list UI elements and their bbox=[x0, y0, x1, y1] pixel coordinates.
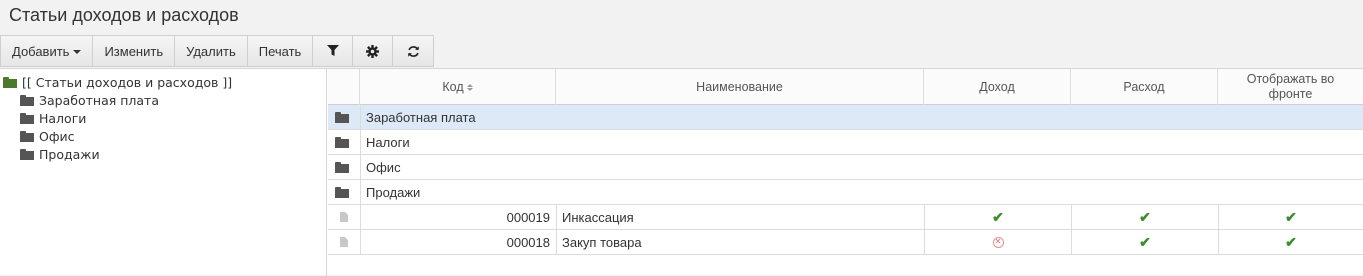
data-grid: Код Наименование Доход Расход Отображать… bbox=[328, 69, 1363, 276]
header-income[interactable]: Доход bbox=[924, 69, 1071, 105]
category-tree: [[ Статьи доходов и расходов ]] Заработн… bbox=[0, 69, 327, 276]
table-row-folder[interactable]: Налоги bbox=[328, 130, 1363, 155]
tree-root[interactable]: [[ Статьи доходов и расходов ]] bbox=[3, 75, 232, 90]
document-icon bbox=[328, 205, 360, 229]
tree-item-label: Заработная плата bbox=[39, 93, 159, 108]
gear-icon bbox=[366, 44, 380, 58]
tree-item-label: Продажи bbox=[39, 147, 100, 162]
header-show-front[interactable]: Отображать во фронте bbox=[1218, 69, 1363, 105]
row-name: Закуп товара bbox=[556, 230, 924, 254]
row-name: Заработная плата bbox=[360, 105, 476, 129]
tree-item[interactable]: Продажи bbox=[20, 147, 100, 162]
document-icon bbox=[328, 230, 360, 254]
tree-item-label: Налоги bbox=[39, 111, 87, 126]
delete-button[interactable]: Удалить bbox=[175, 36, 248, 66]
tree-item[interactable]: Заработная плата bbox=[20, 93, 159, 108]
tree-item[interactable]: Налоги bbox=[20, 111, 86, 126]
settings-button[interactable] bbox=[353, 36, 394, 66]
row-name: Инкассация bbox=[556, 205, 924, 229]
header-show-front-label: Отображать во фронте bbox=[1246, 72, 1335, 101]
table-row[interactable]: 000019 Инкассация ✔ ✔ ✔ bbox=[328, 205, 1363, 230]
row-name: Продажи bbox=[360, 180, 420, 204]
header-code[interactable]: Код bbox=[360, 69, 556, 105]
grid-header: Код Наименование Доход Расход Отображать… bbox=[328, 69, 1363, 105]
row-expense: ✔ bbox=[1071, 205, 1218, 229]
header-icon-column bbox=[328, 69, 360, 105]
toolbar: Добавить Изменить Удалить Печать bbox=[0, 35, 435, 67]
row-income: ✕ bbox=[924, 230, 1071, 254]
page-title: Статьи доходов и расходов bbox=[9, 5, 239, 25]
check-icon: ✔ bbox=[992, 208, 1004, 225]
row-show-front: ✔ bbox=[1218, 205, 1363, 229]
check-icon: ✔ bbox=[1139, 233, 1151, 250]
chevron-down-icon bbox=[73, 50, 82, 54]
table-row[interactable]: 000018 Закуп товара ✕ ✔ ✔ bbox=[328, 230, 1363, 255]
row-name: Офис bbox=[360, 155, 401, 179]
row-expense: ✔ bbox=[1071, 230, 1218, 254]
sort-icon bbox=[466, 83, 473, 91]
folder-icon bbox=[20, 95, 34, 106]
tree-root-label: [[ Статьи доходов и расходов ]] bbox=[22, 75, 233, 90]
folder-icon bbox=[328, 155, 360, 179]
add-button-label: Добавить bbox=[12, 43, 70, 59]
folder-icon bbox=[328, 130, 360, 154]
folder-icon bbox=[20, 149, 34, 160]
row-income: ✔ bbox=[924, 205, 1071, 229]
header-name-label: Наименование bbox=[696, 79, 783, 94]
folder-open-icon bbox=[3, 77, 17, 88]
add-button[interactable]: Добавить bbox=[1, 36, 94, 66]
folder-icon bbox=[20, 131, 34, 142]
check-icon: ✔ bbox=[1285, 233, 1297, 250]
row-code: 000018 bbox=[360, 230, 556, 254]
edit-button-label: Изменить bbox=[104, 43, 164, 59]
row-name: Налоги bbox=[360, 130, 410, 154]
table-row-folder[interactable]: Заработная плата bbox=[328, 105, 1363, 130]
edit-button[interactable]: Изменить bbox=[93, 36, 176, 66]
row-code: 000019 bbox=[360, 205, 556, 229]
header-name[interactable]: Наименование bbox=[556, 69, 924, 105]
folder-icon bbox=[328, 180, 360, 204]
row-show-front: ✔ bbox=[1218, 230, 1363, 254]
filter-icon bbox=[326, 45, 339, 56]
folder-icon bbox=[328, 105, 360, 129]
table-row-folder[interactable]: Офис bbox=[328, 155, 1363, 180]
refresh-icon bbox=[408, 45, 419, 57]
filter-button[interactable] bbox=[313, 36, 354, 66]
header-expense-label: Расход bbox=[1123, 79, 1165, 94]
refresh-button[interactable] bbox=[393, 36, 434, 66]
check-icon: ✔ bbox=[1139, 208, 1151, 225]
print-button-label: Печать bbox=[258, 43, 302, 59]
header-income-label: Доход bbox=[979, 79, 1015, 94]
cross-icon: ✕ bbox=[992, 236, 1004, 248]
tree-item-label: Офис bbox=[39, 129, 75, 144]
content-area: [[ Статьи доходов и расходов ]] Заработн… bbox=[0, 68, 1363, 276]
print-button[interactable]: Печать bbox=[247, 36, 314, 66]
delete-button-label: Удалить bbox=[186, 43, 236, 59]
check-icon: ✔ bbox=[1285, 208, 1297, 225]
table-row-folder[interactable]: Продажи bbox=[328, 180, 1363, 205]
header-expense[interactable]: Расход bbox=[1071, 69, 1218, 105]
folder-icon bbox=[20, 113, 34, 124]
header-code-label: Код bbox=[442, 79, 464, 94]
tree-item[interactable]: Офис bbox=[20, 129, 75, 144]
